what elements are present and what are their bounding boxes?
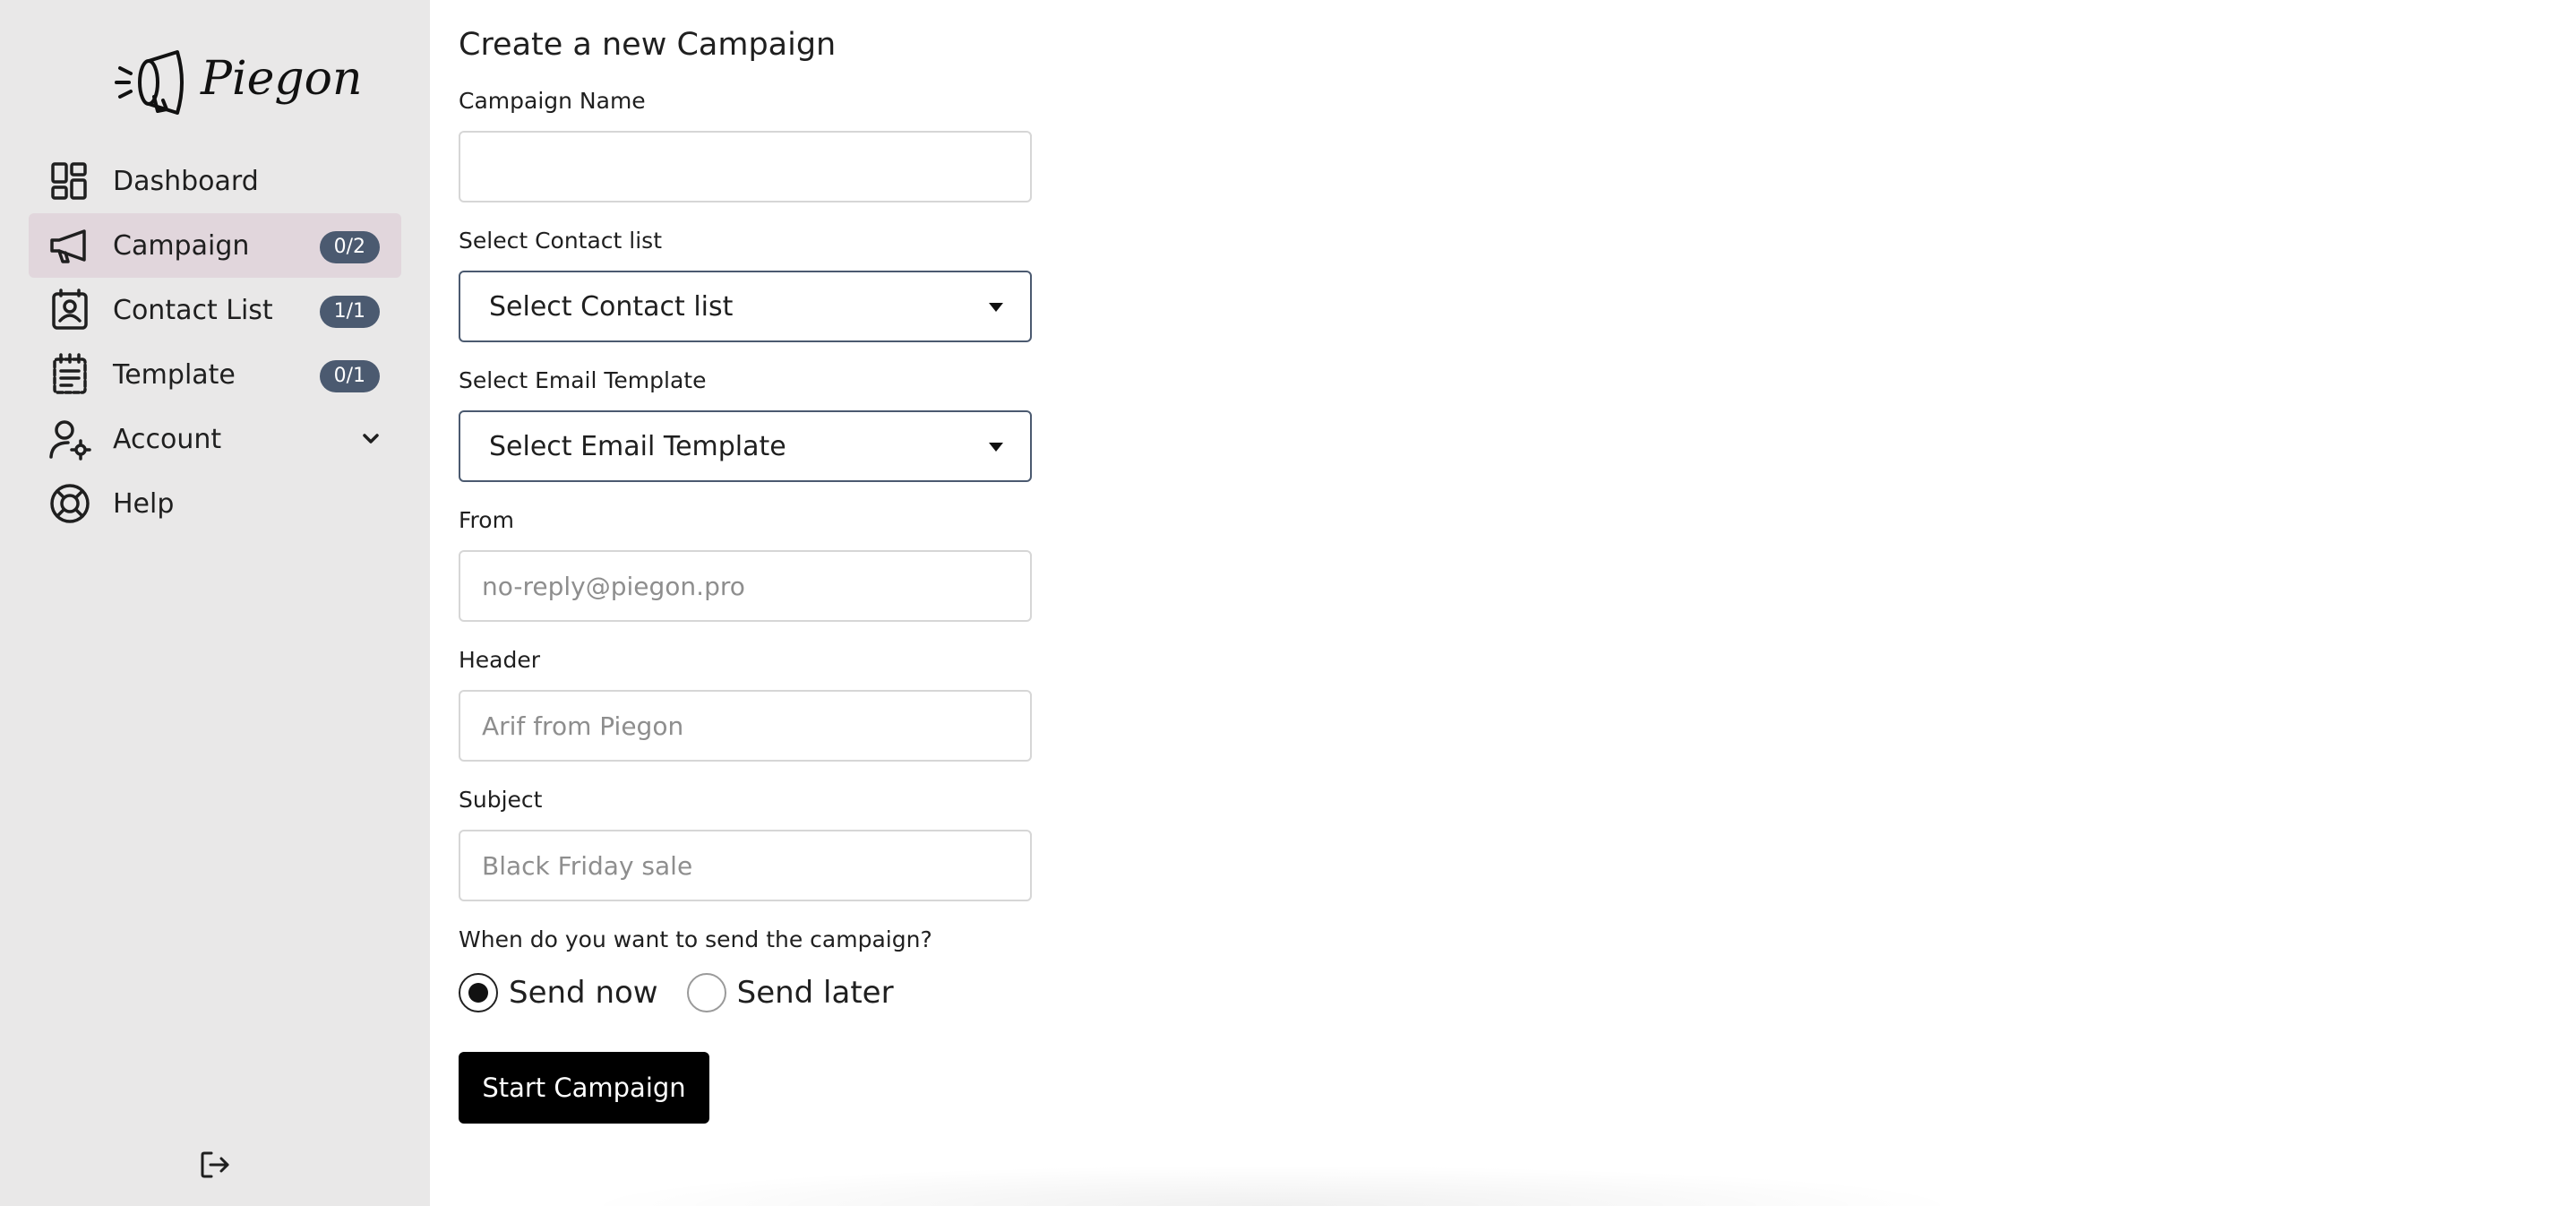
schedule-radio-group: Send now Send later (459, 968, 894, 1018)
user-gear-icon (49, 420, 91, 461)
contact-book-icon (52, 289, 88, 330)
email-template-label: Select Email Template (459, 367, 707, 393)
sidebar-item-help[interactable]: Help (29, 471, 401, 536)
campaign-name-input[interactable] (459, 131, 1032, 202)
sidebar-item-label: Template (113, 358, 236, 391)
send-now-label[interactable]: Send now (509, 975, 658, 1011)
page-title: Create a new Campaign (459, 27, 837, 63)
header-label: Header (459, 647, 541, 673)
usage-badge: 0/1 (319, 360, 380, 392)
caret-down-icon (989, 303, 1003, 312)
sidebar-item-label: Campaign (113, 229, 250, 262)
send-now-radio[interactable] (459, 973, 498, 1012)
sidebar-item-label: Contact List (113, 294, 273, 326)
sidebar-item-dashboard[interactable]: Dashboard (29, 149, 401, 213)
email-template-select[interactable]: Select Email Template (459, 410, 1032, 482)
contact-list-label: Select Contact list (459, 228, 663, 254)
header-input[interactable] (459, 690, 1032, 762)
sidebar-item-label: Account (113, 423, 222, 455)
bottom-shadow (573, 1165, 1971, 1206)
subject-input[interactable] (459, 830, 1032, 901)
subject-label: Subject (459, 787, 543, 813)
from-input[interactable] (459, 550, 1032, 622)
sidebar-item-campaign[interactable]: Campaign 0/2 (29, 213, 401, 278)
app-name: Piegon (201, 52, 363, 106)
contact-list-selected: Select Contact list (489, 290, 734, 323)
chevron-down-icon[interactable] (360, 428, 382, 450)
caret-down-icon (989, 443, 1003, 452)
app-logo[interactable]: Piegon (115, 45, 362, 116)
dashboard-icon (51, 162, 87, 200)
megaphone-logo-icon (115, 50, 184, 115)
sidebar: Piegon Dashboard Campaign 0/2 Contact Li… (0, 0, 430, 1206)
template-icon (53, 353, 87, 394)
usage-badge: 1/1 (319, 296, 380, 328)
send-later-label[interactable]: Send later (737, 975, 894, 1011)
sidebar-item-account[interactable]: Account (29, 407, 401, 471)
send-later-radio[interactable] (686, 973, 726, 1012)
megaphone-icon (50, 229, 86, 263)
lifebuoy-icon (50, 484, 90, 523)
sidebar-item-label: Dashboard (113, 165, 259, 197)
contact-list-select[interactable]: Select Contact list (459, 271, 1032, 342)
campaign-name-label: Campaign Name (459, 88, 646, 114)
from-label: From (459, 507, 514, 533)
sidebar-item-contact-list[interactable]: Contact List 1/1 (29, 278, 401, 342)
start-campaign-button[interactable]: Start Campaign (459, 1052, 709, 1124)
logout-icon[interactable] (199, 1149, 231, 1181)
schedule-question: When do you want to send the campaign? (459, 926, 932, 952)
usage-badge: 0/2 (319, 231, 380, 263)
sidebar-item-template[interactable]: Template 0/1 (29, 342, 401, 407)
email-template-selected: Select Email Template (489, 430, 786, 462)
sidebar-item-label: Help (113, 487, 175, 520)
